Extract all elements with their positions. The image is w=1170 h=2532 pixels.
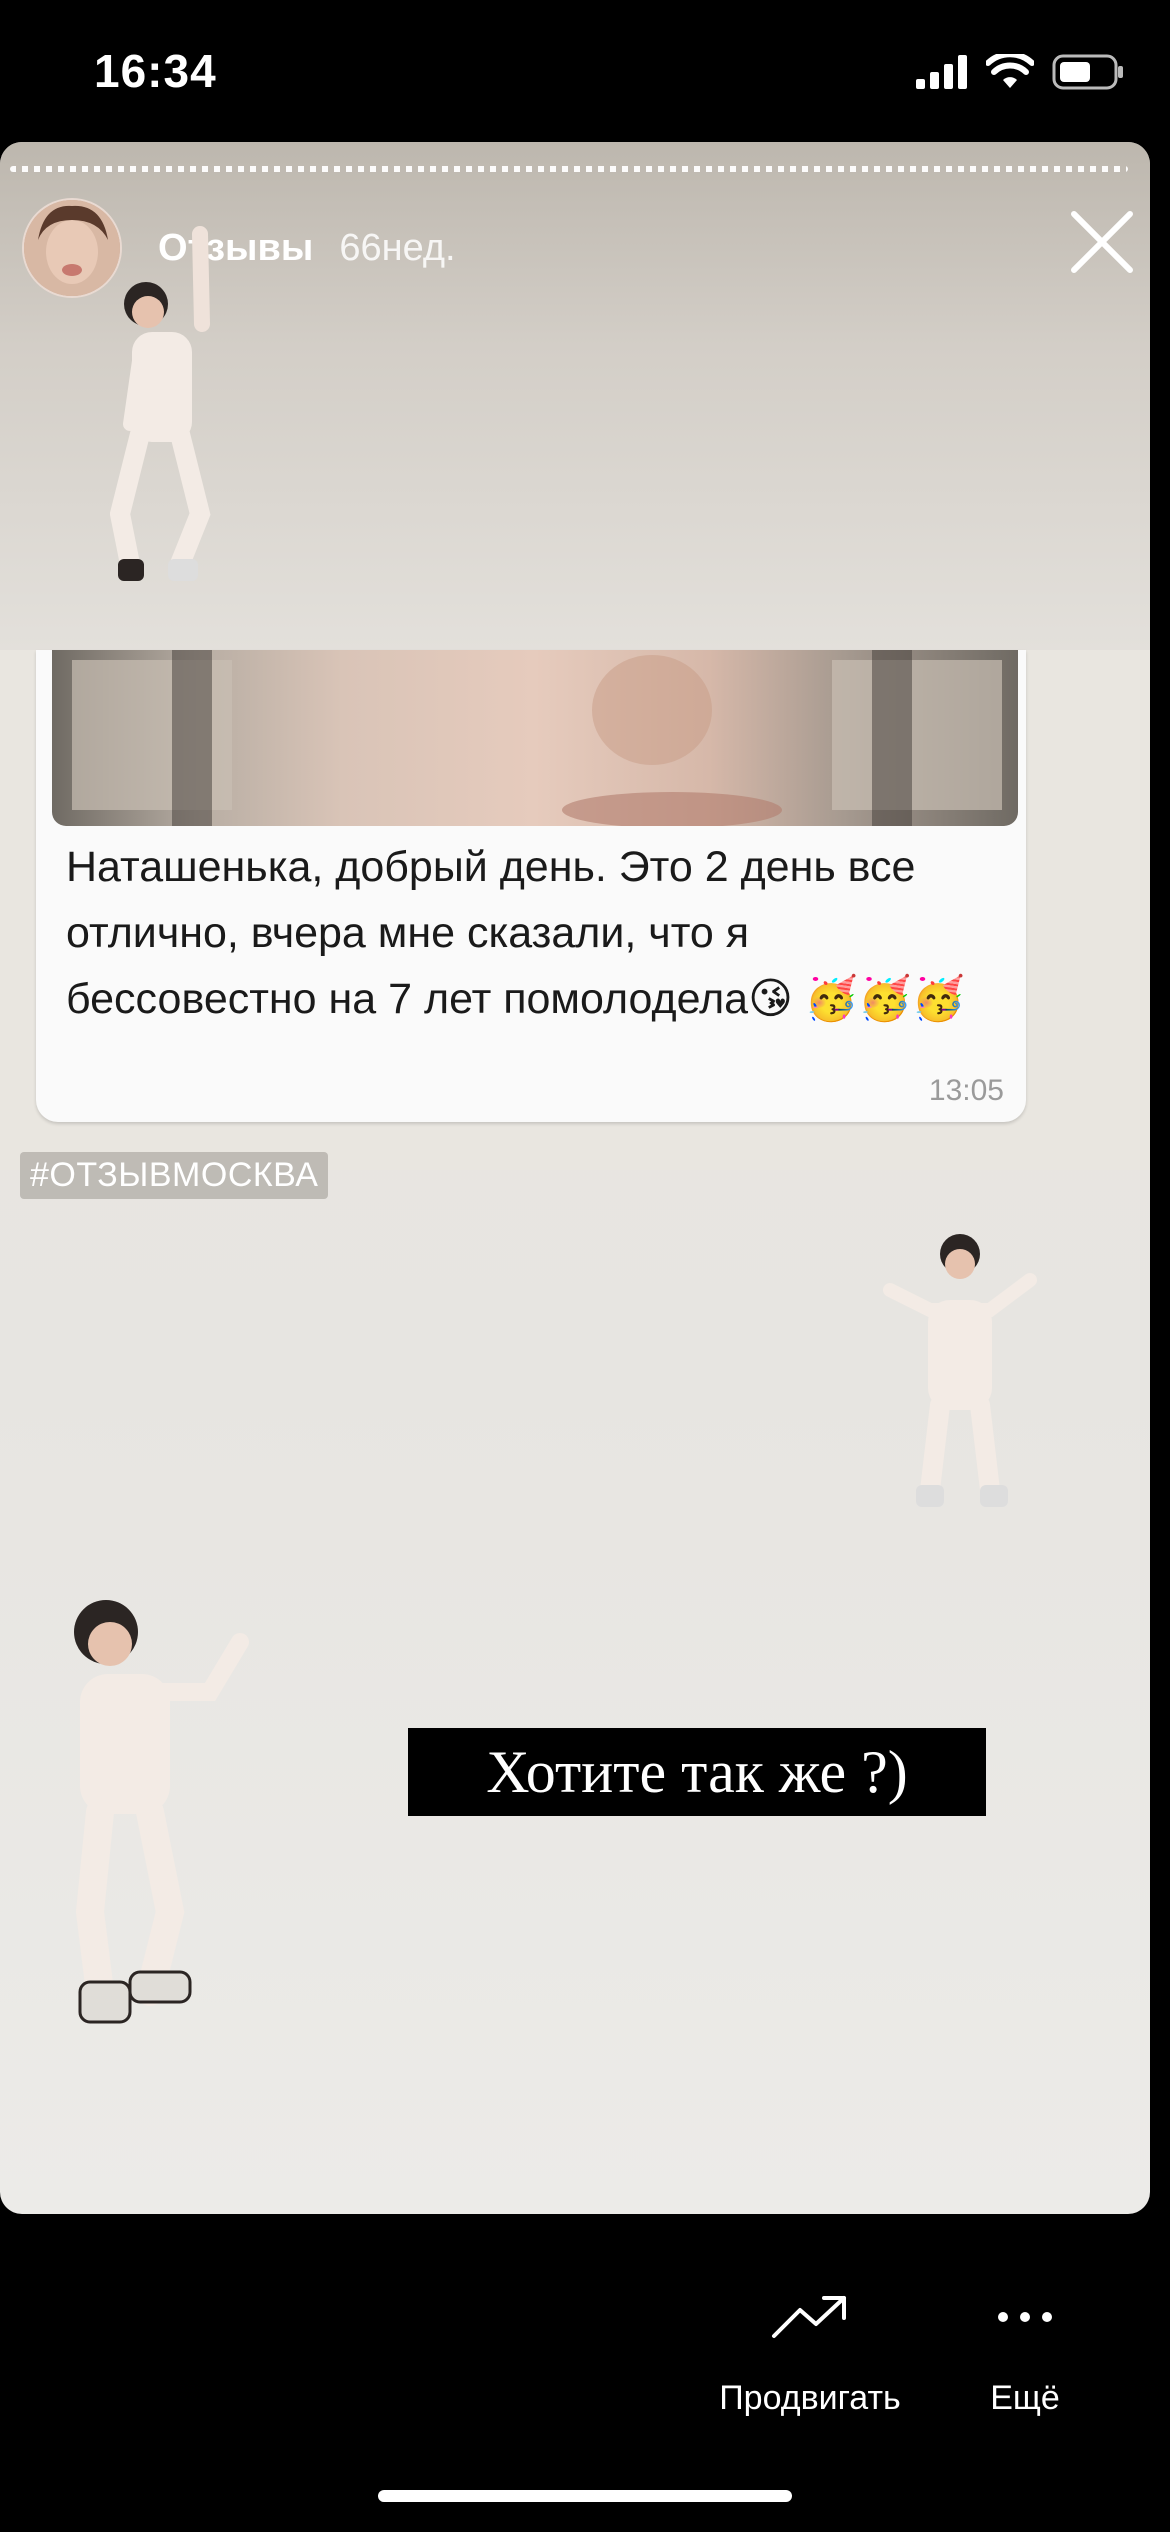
chat-screenshot: Наташенька, добрый день. Это 2 день все …	[0, 650, 1150, 1170]
avatar[interactable]	[22, 198, 122, 298]
chat-message-text: Наташенька, добрый день. Это 2 день все …	[66, 843, 966, 1023]
promote-button[interactable]: Продвигать	[700, 2292, 920, 2418]
dancing-woman-sticker-1	[110, 226, 211, 581]
story-progress-bar	[10, 166, 1128, 172]
trend-up-icon	[772, 2296, 846, 2338]
promote-label: Продвигать	[719, 2379, 901, 2417]
status-bar: 16:34	[0, 0, 1170, 150]
chat-message-time: 13:05	[928, 1074, 1004, 1107]
close-icon[interactable]	[1068, 208, 1136, 276]
chat-photo	[52, 650, 1018, 826]
dancing-woman-sticker-3	[74, 1600, 249, 2024]
story-card[interactable]: Наташенька, добрый день. Это 2 день все …	[0, 142, 1150, 2214]
chat-bubble: Наташенька, добрый день. Это 2 день все …	[36, 650, 1026, 1122]
status-icons	[916, 54, 1124, 90]
signal-icon	[916, 55, 967, 89]
wifi-icon	[986, 54, 1034, 88]
dancing-woman-sticker-2	[883, 1234, 1037, 1507]
more-dots-icon	[998, 2312, 1052, 2322]
story-footer: Продвигать Ещё	[0, 2214, 1170, 2532]
cta-text-sticker: Хотите так же ?)	[408, 1728, 986, 1816]
more-button[interactable]: Ещё	[960, 2292, 1090, 2418]
hashtag-sticker[interactable]: #ОТЗЫВМОСКВА	[20, 1152, 329, 1199]
more-label: Ещё	[990, 2379, 1060, 2417]
story-age: 66нед.	[339, 226, 456, 269]
home-indicator[interactable]	[378, 2490, 792, 2502]
status-time: 16:34	[94, 45, 217, 97]
battery-icon	[1052, 54, 1123, 90]
